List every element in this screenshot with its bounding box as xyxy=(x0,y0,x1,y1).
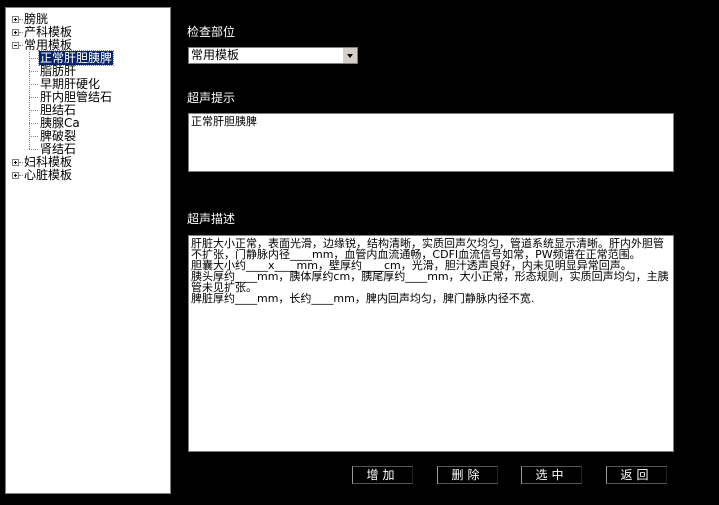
location-select-value: 常用模板 xyxy=(191,48,240,62)
expand-icon[interactable] xyxy=(12,29,19,36)
add-button[interactable]: 增加 xyxy=(352,466,413,484)
tree-line xyxy=(29,97,38,98)
tree-line xyxy=(19,19,23,20)
select-button[interactable]: 选中 xyxy=(521,466,582,484)
tree-line xyxy=(19,162,23,163)
description-textarea[interactable]: 肝脏大小正常，表面光滑，边缘锐，结构清晰，实质回声欠均匀，管道系统显示清晰。肝内… xyxy=(188,235,674,452)
description-label: 超声描述 xyxy=(187,212,236,226)
tree-node-cardiac[interactable]: 心脏模板 xyxy=(24,169,72,182)
location-select[interactable]: 常用模板 xyxy=(188,47,358,64)
collapse-icon[interactable] xyxy=(12,42,19,49)
tree-line xyxy=(29,149,38,150)
tree-line xyxy=(29,136,38,137)
expand-icon[interactable] xyxy=(12,16,19,23)
hint-textarea[interactable]: 正常肝胆胰脾 xyxy=(188,113,674,172)
back-button[interactable]: 返回 xyxy=(606,466,667,484)
expand-icon[interactable] xyxy=(12,159,19,166)
tree-line xyxy=(29,84,38,85)
template-tree[interactable]: 膀胱 产科模板 常用模板 正常肝胆胰脾 脂肪肝 早期肝硬化 肝内胆管结石 胆结石… xyxy=(5,7,171,494)
expand-icon[interactable] xyxy=(12,172,19,179)
tree-line xyxy=(29,71,38,72)
tree-line xyxy=(19,32,23,33)
delete-button[interactable]: 删除 xyxy=(437,466,498,484)
tree-line xyxy=(29,110,38,111)
tree-node-label: 正常肝胆胰脾 xyxy=(37,50,115,66)
tree-line xyxy=(29,123,38,124)
tree-line xyxy=(29,52,30,149)
tree-line xyxy=(19,175,23,176)
location-label: 检查部位 xyxy=(187,25,236,39)
hint-label: 超声提示 xyxy=(187,91,236,105)
tree-line xyxy=(19,45,23,46)
chevron-down-icon[interactable] xyxy=(342,48,357,63)
tree-line xyxy=(29,58,38,59)
